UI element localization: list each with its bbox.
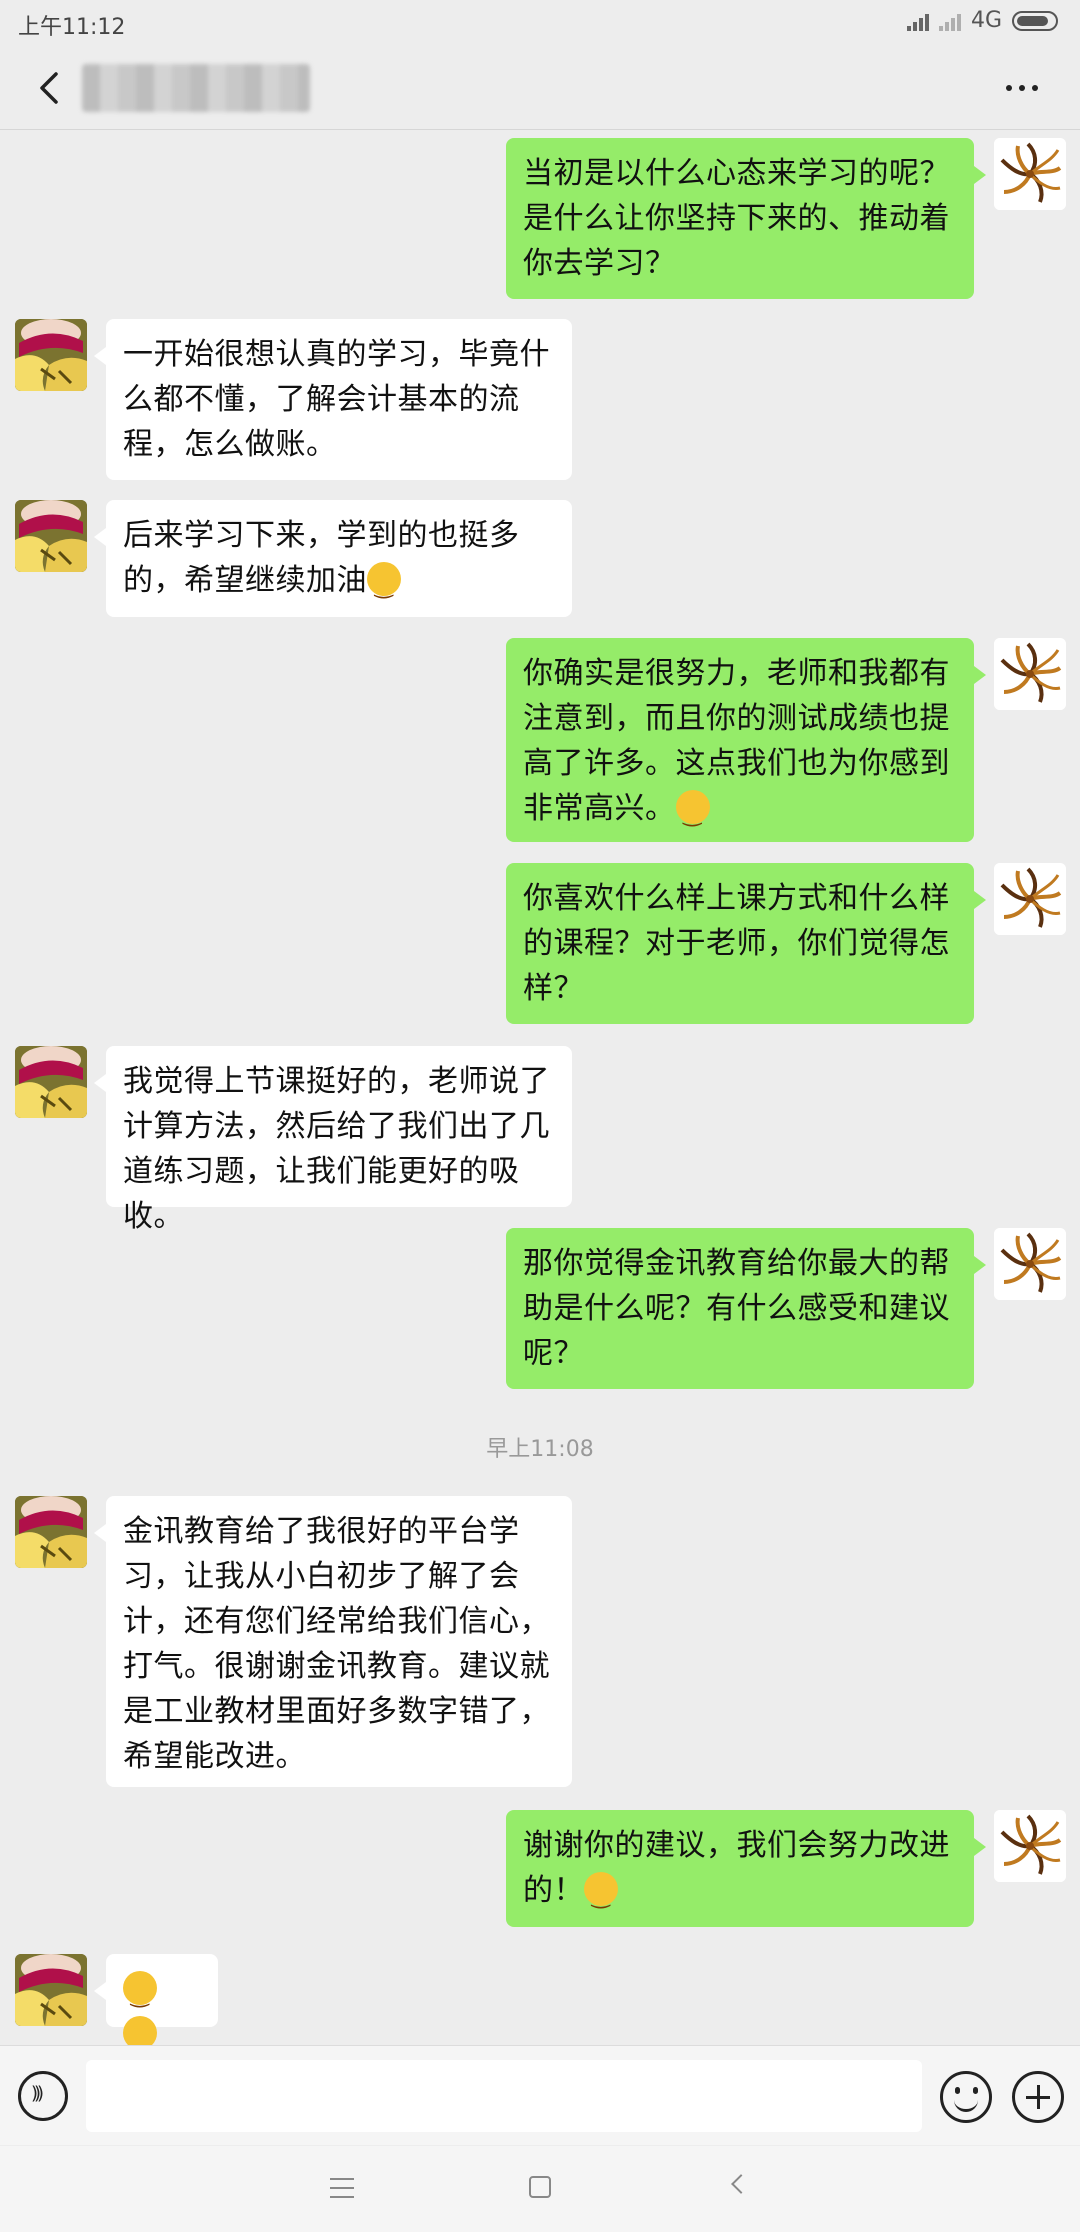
avatar-self[interactable] — [994, 863, 1066, 935]
menu-icon[interactable] — [330, 2178, 354, 2198]
avatar-self[interactable] — [994, 638, 1066, 710]
avatar-contact[interactable] — [15, 319, 87, 391]
battery-level — [1017, 15, 1048, 26]
signal-icon — [906, 11, 929, 31]
avatar-contact[interactable] — [15, 1046, 87, 1118]
smile-emoji-icon — [584, 1872, 618, 1919]
message-bubble[interactable]: 我觉得上节课挺好的，老师说了计算方法，然后给了我们出了几道练习题，让我们能更好的… — [94, 1046, 572, 1234]
message-bubble[interactable]: 那你觉得金讯教育给你最大的帮助是什么呢？有什么感受和建议呢？ — [506, 1228, 986, 1389]
home-icon[interactable] — [529, 2176, 551, 2198]
battery-icon — [1012, 10, 1058, 31]
smile-emoji-icon — [123, 1971, 157, 2018]
status-bar: 上午11:12 4G — [0, 0, 1080, 44]
message-bubble[interactable]: 你喜欢什么样上课方式和什么样的课程？对于老师，你们觉得怎样？ — [506, 863, 986, 1024]
avatar-self[interactable] — [994, 1228, 1066, 1300]
back-button[interactable] — [32, 66, 72, 110]
message-bubble[interactable]: 谢谢你的建议，我们会努力改进的！ — [506, 1810, 986, 1927]
plus-button[interactable] — [1012, 2071, 1064, 2123]
message-bubble[interactable]: 金讯教育给了我很好的平台学习，让我从小白初步了解了会计，还有您们经常给我们信心，… — [94, 1496, 572, 1787]
avatar-self[interactable] — [994, 138, 1066, 210]
message-text: 你确实是很努力，老师和我都有注意到，而且你的测试成绩也提高了许多。这点我们也为你… — [523, 656, 950, 826]
back-icon[interactable] — [731, 2174, 751, 2194]
message-bubble[interactable]: 当初是以什么心态来学习的呢？是什么让你坚持下来的、推动着你去学习？ — [506, 138, 986, 299]
more-dots-icon — [1006, 85, 1012, 91]
avatar-contact[interactable] — [15, 500, 87, 572]
emoji-button[interactable] — [940, 2071, 992, 2123]
back-arrow-icon — [40, 72, 58, 104]
chat-area[interactable]: 当初是以什么心态来学习的呢？是什么让你坚持下来的、推动着你去学习？ 一开始很想认… — [0, 131, 1080, 2063]
message-bubble[interactable]: 你确实是很努力，老师和我都有注意到，而且你的测试成绩也提高了许多。这点我们也为你… — [506, 638, 986, 842]
message-bubble[interactable]: 一开始很想认真的学习，毕竟什么都不懂，了解会计基本的流程，怎么做账。 — [94, 319, 572, 480]
smile-emoji-icon — [675, 790, 710, 837]
message-input[interactable] — [86, 2060, 922, 2132]
network-type: 4G — [970, 8, 1002, 33]
grin-emoji-icon — [367, 562, 401, 609]
contact-name-blurred — [82, 64, 310, 112]
input-bar — [0, 2045, 1080, 2145]
avatar-contact[interactable] — [15, 1496, 87, 1568]
signal-2-icon — [938, 11, 961, 31]
avatar-contact[interactable] — [15, 1954, 87, 2026]
time-divider: 早上11:08 — [486, 1437, 594, 1462]
more-button[interactable] — [992, 70, 1052, 106]
status-time: 上午11:12 — [18, 15, 126, 40]
status-indicators: 4G — [906, 8, 1058, 33]
message-bubble[interactable]: 后来学习下来，学到的也挺多的，希望继续加油 — [94, 500, 572, 617]
system-nav-bar — [0, 2146, 1080, 2232]
avatar-self[interactable] — [994, 1810, 1066, 1882]
message-bubble[interactable] — [94, 1954, 218, 2063]
chat-header — [0, 44, 1080, 130]
voice-button[interactable] — [18, 2071, 68, 2121]
message-text: 后来学习下来，学到的也挺多的，希望继续加油 — [123, 518, 520, 598]
